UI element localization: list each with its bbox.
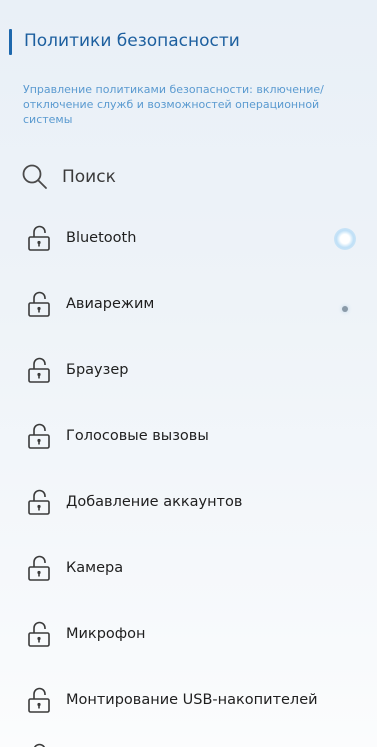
lock-open-icon <box>28 225 50 251</box>
policy-item-label: Монтирование USB-накопителей <box>66 692 318 708</box>
touch-indicator <box>334 228 356 250</box>
policy-item-bluetooth[interactable]: Bluetooth <box>26 218 366 258</box>
lock-open-icon <box>28 489 50 515</box>
header-accent-bar <box>9 29 12 55</box>
lock-open-icon <box>28 687 50 713</box>
policy-item-label: Микрофон <box>66 626 146 642</box>
page-header: Политики безопасности <box>0 20 377 70</box>
lock-open-icon <box>28 555 50 581</box>
page-title: Политики безопасности <box>24 31 240 51</box>
policy-item-usb-mount[interactable]: Монтирование USB-накопителей <box>26 680 366 720</box>
policy-item-microphone[interactable]: Микрофон <box>26 614 366 654</box>
policy-item-browser[interactable]: Браузер <box>26 350 366 390</box>
policy-item-label: Bluetooth <box>66 230 137 246</box>
search-icon <box>22 164 47 189</box>
policy-item-label: Камера <box>66 560 124 576</box>
policy-item-label: Браузер <box>66 362 129 378</box>
page-description: Управление политиками безопасности: вклю… <box>23 83 324 126</box>
policy-item-label: Голосовые вызовы <box>66 428 209 444</box>
lock-open-icon <box>28 423 50 449</box>
lock-open-icon <box>28 291 50 317</box>
touch-trail-dot <box>342 306 348 312</box>
policy-item-voice-calls[interactable]: Голосовые вызовы <box>26 416 366 456</box>
search-label: Поиск <box>62 167 116 187</box>
policy-item-add-accounts[interactable]: Добавление аккаунтов <box>26 482 366 522</box>
lock-open-icon <box>34 743 45 747</box>
lock-open-icon <box>28 357 50 383</box>
policy-item-label: Добавление аккаунтов <box>66 494 243 510</box>
policy-item-airplane-mode[interactable]: Авиарежим <box>26 284 366 324</box>
lock-open-icon <box>28 621 50 647</box>
policy-item-label: Авиарежим <box>66 296 155 312</box>
policy-item-partial[interactable] <box>26 736 366 747</box>
policy-item-camera[interactable]: Камера <box>26 548 366 588</box>
search-field[interactable]: Поиск <box>20 160 350 194</box>
security-policies-screen: Политики безопасности Управление политик… <box>0 0 377 747</box>
